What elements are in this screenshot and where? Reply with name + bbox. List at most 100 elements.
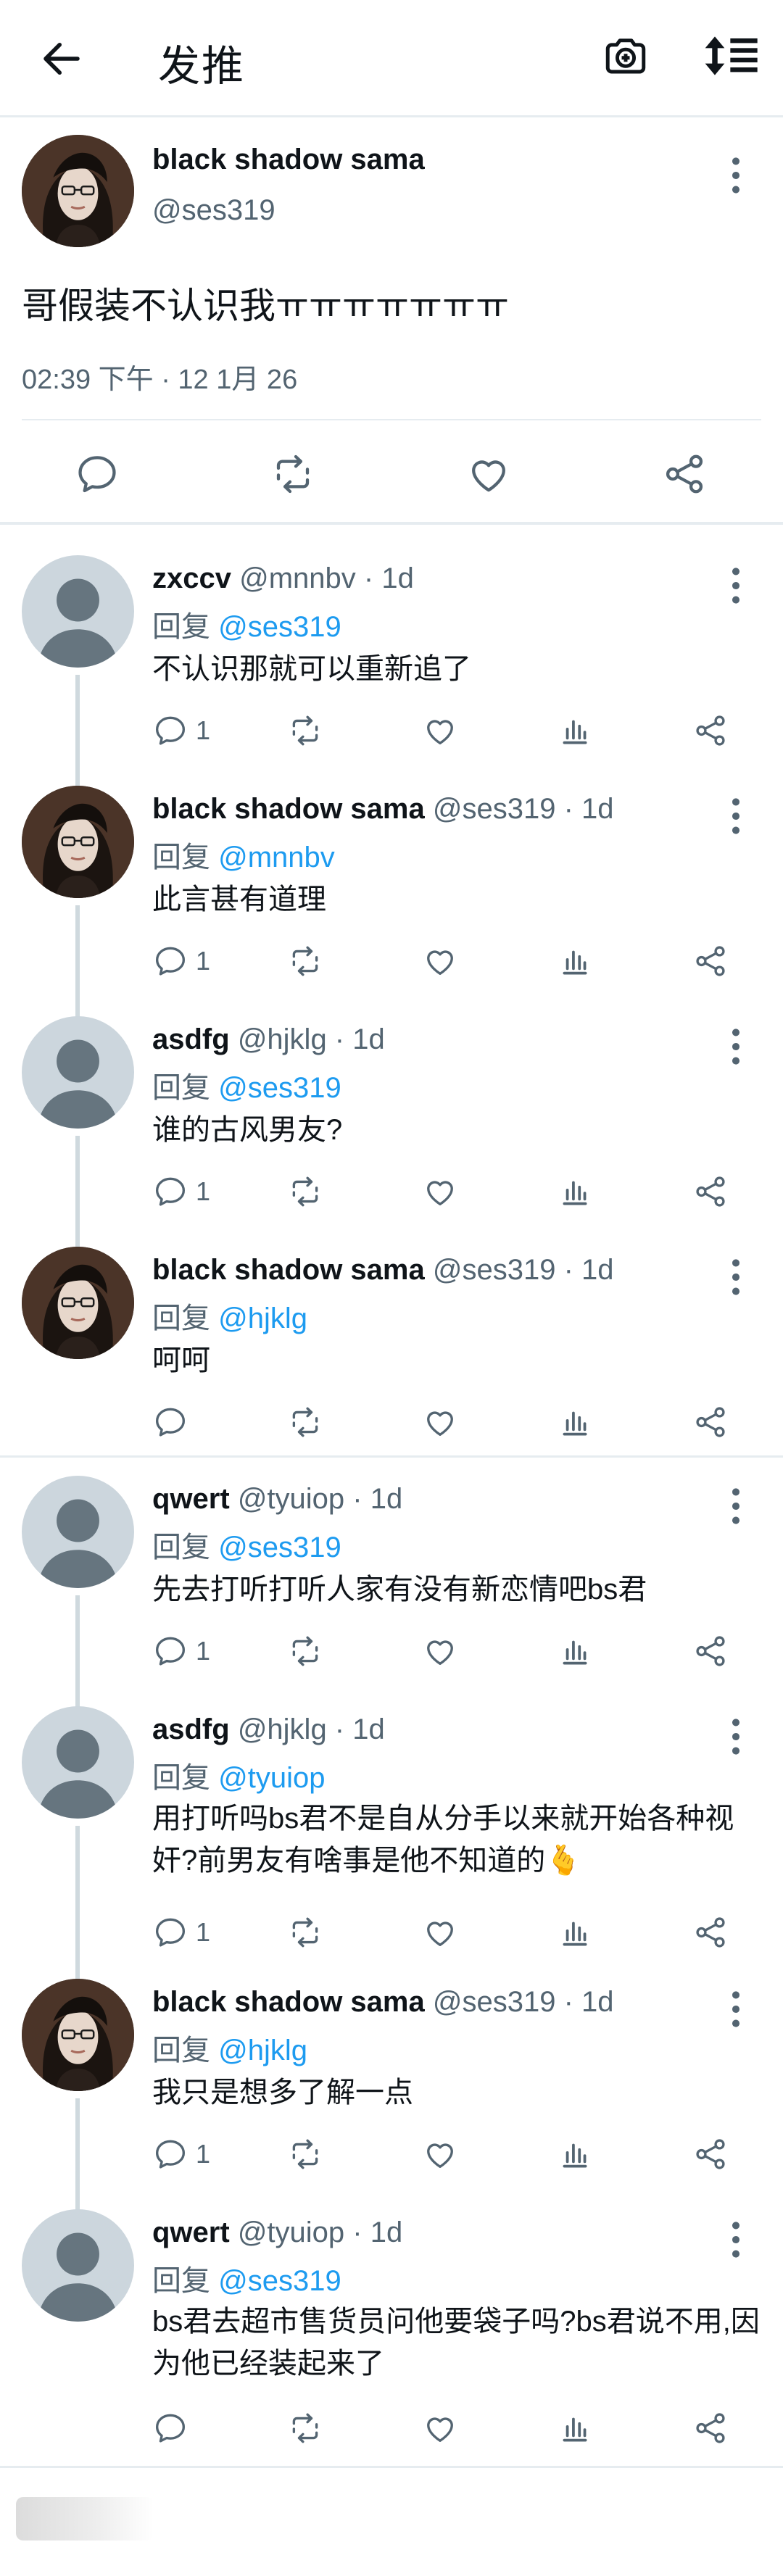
share-icon[interactable]	[692, 1629, 729, 1673]
author-handle[interactable]: @ses319	[433, 793, 556, 825]
avatar[interactable]	[22, 1016, 134, 1129]
reply-action-bar: 1	[152, 1170, 761, 1213]
views-icon[interactable]	[557, 2406, 593, 2450]
mention-link[interactable]: @ses319	[218, 2265, 341, 2297]
mention-link[interactable]: @ses319	[218, 611, 341, 643]
author-handle[interactable]: @ses319	[433, 1254, 556, 1286]
composer-placeholder-blur[interactable]	[16, 2497, 154, 2540]
reply-icon[interactable]	[74, 451, 120, 497]
avatar[interactable]	[22, 1979, 134, 2091]
reply-text: 此言甚有道理	[152, 884, 326, 915]
retweet-icon[interactable]	[270, 451, 316, 497]
avatar[interactable]	[22, 1476, 134, 1588]
more-options-icon[interactable]	[725, 1026, 747, 1067]
author-handle[interactable]: @mnnbv	[239, 562, 356, 594]
author-handle[interactable]: @ses319	[152, 194, 276, 227]
retweet-icon[interactable]	[287, 1400, 323, 1444]
author-name[interactable]: black shadow sama	[152, 1254, 425, 1286]
retweet-icon[interactable]	[287, 1629, 323, 1673]
views-icon[interactable]	[557, 1629, 593, 1673]
more-options-icon[interactable]	[725, 565, 747, 606]
back-arrow-icon[interactable]	[36, 35, 87, 83]
avatar[interactable]	[22, 555, 134, 668]
author-name[interactable]: asdfg	[152, 1713, 230, 1745]
share-icon[interactable]	[692, 2406, 729, 2450]
author-name[interactable]: black shadow sama	[152, 1986, 425, 2018]
like-icon[interactable]	[465, 451, 512, 497]
reply-composer[interactable]	[0, 2468, 783, 2576]
reply-button[interactable]: 1	[152, 2132, 210, 2176]
share-icon[interactable]	[692, 1400, 729, 1444]
reply-button[interactable]	[152, 2406, 196, 2450]
author-handle[interactable]: @hjklg	[238, 1713, 327, 1745]
retweet-icon[interactable]	[287, 1170, 323, 1213]
like-icon[interactable]	[422, 2406, 458, 2450]
views-icon[interactable]	[557, 2132, 593, 2176]
more-options-icon[interactable]	[725, 1257, 747, 1297]
views-icon[interactable]	[557, 939, 593, 983]
like-icon[interactable]	[422, 1629, 458, 1673]
author-name[interactable]: qwert	[152, 1483, 230, 1515]
author-name[interactable]: black shadow sama	[152, 793, 425, 825]
reply-button[interactable]: 1	[152, 1629, 210, 1673]
sort-order-icon[interactable]	[703, 32, 761, 80]
reply-label: 回复	[152, 2035, 210, 2066]
mention-link[interactable]: @mnnbv	[218, 842, 335, 873]
mention-link[interactable]: @hjklg	[218, 2035, 307, 2066]
like-icon[interactable]	[422, 709, 458, 752]
share-icon[interactable]	[692, 2132, 729, 2176]
like-icon[interactable]	[422, 1170, 458, 1213]
like-icon[interactable]	[422, 1911, 458, 1954]
author-handle[interactable]: @tyuiop	[238, 1483, 344, 1515]
reply-button[interactable]: 1	[152, 939, 210, 983]
mention-link[interactable]: @hjklg	[218, 1302, 307, 1334]
views-icon[interactable]	[557, 1400, 593, 1444]
like-icon[interactable]	[422, 1400, 458, 1444]
retweet-icon[interactable]	[287, 939, 323, 983]
mention-link[interactable]: @tyuiop	[218, 1762, 325, 1794]
author-name[interactable]: black shadow sama	[152, 144, 425, 176]
reply-label: 回复	[152, 1532, 210, 1563]
retweet-icon[interactable]	[287, 1911, 323, 1954]
avatar[interactable]	[22, 1706, 134, 1819]
share-icon[interactable]	[692, 1170, 729, 1213]
reply-button[interactable]	[152, 1400, 196, 1444]
reply-button[interactable]: 1	[152, 1911, 210, 1954]
retweet-icon[interactable]	[287, 2406, 323, 2450]
reply-header: qwert @tyuiop · 1d	[152, 1483, 402, 1516]
like-icon[interactable]	[422, 939, 458, 983]
avatar[interactable]	[22, 2209, 134, 2322]
author-handle[interactable]: @tyuiop	[238, 2216, 344, 2248]
author-handle[interactable]: @hjklg	[238, 1023, 327, 1055]
more-options-icon[interactable]	[725, 796, 747, 836]
mention-link[interactable]: @ses319	[218, 1072, 341, 1104]
like-icon[interactable]	[422, 2132, 458, 2176]
avatar[interactable]	[22, 786, 134, 898]
author-name[interactable]: qwert	[152, 2216, 230, 2248]
share-icon[interactable]	[692, 709, 729, 752]
more-options-icon[interactable]	[725, 1989, 747, 2029]
retweet-icon[interactable]	[287, 2132, 323, 2176]
more-options-icon[interactable]	[725, 1486, 747, 1526]
more-options-icon[interactable]	[725, 2219, 747, 2260]
author-name[interactable]: zxccv	[152, 562, 231, 594]
avatar[interactable]	[22, 1247, 134, 1359]
share-icon[interactable]	[661, 451, 708, 497]
author-name[interactable]: asdfg	[152, 1023, 230, 1055]
views-icon[interactable]	[557, 1911, 593, 1954]
share-icon[interactable]	[692, 939, 729, 983]
reply-button[interactable]: 1	[152, 1170, 210, 1213]
share-icon[interactable]	[692, 1911, 729, 1954]
replying-to: 回复 @hjklg	[152, 1295, 307, 1337]
mention-link[interactable]: @ses319	[218, 1532, 341, 1563]
author-handle[interactable]: @ses319	[433, 1986, 556, 2018]
views-icon[interactable]	[557, 1170, 593, 1213]
more-options-icon[interactable]	[725, 155, 747, 196]
more-options-icon[interactable]	[725, 1716, 747, 1757]
retweet-icon[interactable]	[287, 709, 323, 752]
avatar[interactable]	[22, 135, 134, 247]
reply-count: 1	[196, 715, 211, 745]
reply-button[interactable]: 1	[152, 709, 210, 752]
views-icon[interactable]	[557, 709, 593, 752]
camera-add-icon[interactable]	[602, 32, 650, 80]
